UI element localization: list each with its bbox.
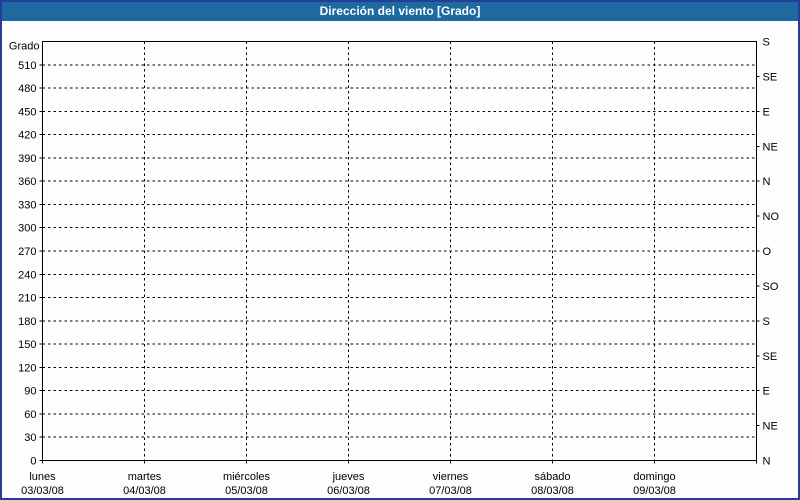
y-tick-label: 450: [18, 106, 36, 118]
y-tick-label: 240: [18, 269, 36, 281]
y-tick-label: 120: [18, 362, 36, 374]
compass-tick-label: S: [763, 37, 770, 49]
x-weekday-label: domingo: [633, 471, 675, 483]
y-axis-title: Grado: [9, 41, 40, 53]
compass-tick-label: O: [763, 246, 772, 258]
y-tick-label: 300: [18, 223, 36, 235]
y-tick-label: 90: [24, 386, 36, 398]
x-date-label: 06/03/08: [327, 485, 370, 497]
chart-window: Dirección del viento [Grado] 0 30 60 90 120 1…: [0, 0, 800, 500]
chart-title: Dirección del viento [Grado]: [319, 3, 481, 18]
compass-tick-label: SE: [763, 351, 778, 363]
x-weekday-label: viernes: [433, 471, 469, 483]
y-tick-label: 30: [24, 432, 36, 444]
compass-tick-label: N: [763, 456, 771, 468]
x-weekday-label: lunes: [29, 471, 56, 483]
y-tick-label: 180: [18, 316, 36, 328]
compass-tick-label: S: [763, 316, 770, 328]
y-tick-label: 60: [24, 409, 36, 421]
x-date-label: 05/03/08: [225, 485, 268, 497]
x-weekday-label: sábado: [534, 471, 570, 483]
compass-tick-label: E: [763, 106, 770, 118]
y-tick-label: 210: [18, 293, 36, 305]
y-tick-label: 330: [18, 199, 36, 211]
wind-direction-chart-svg: 0 30 60 90 120 150 180 210 240 270 300 330 360 390 420…: [9, 37, 780, 498]
y-tick-label: 150: [18, 339, 36, 351]
x-date-label: 07/03/08: [429, 485, 472, 497]
y-tick-label: 360: [18, 176, 36, 188]
x-date-label: 04/03/08: [123, 485, 166, 497]
title-bar: Dirección del viento [Grado]: [2, 2, 798, 21]
y-tick-label: 480: [18, 83, 36, 95]
y-tick-label: 390: [18, 153, 36, 165]
compass-tick-label: NE: [763, 141, 778, 153]
compass-tick-label: NE: [763, 421, 778, 433]
x-weekday-label: miércoles: [223, 471, 271, 483]
compass-tick-label: E: [763, 386, 770, 398]
x-date-label: 08/03/08: [531, 485, 574, 497]
compass-tick-label: SE: [763, 71, 778, 83]
y-tick-label: 270: [18, 246, 36, 258]
x-weekday-label: martes: [128, 471, 162, 483]
y-tick-label: 0: [30, 456, 36, 468]
compass-tick-label: N: [763, 176, 771, 188]
chart-area: 0 30 60 90 120 150 180 210 240 270 300 330 360 390 420…: [2, 2, 798, 498]
compass-tick-label: SO: [763, 281, 779, 293]
y-tick-label: 420: [18, 130, 36, 142]
x-weekday-label: jueves: [332, 471, 365, 483]
x-date-label: 09/03/08: [633, 485, 676, 497]
x-date-label: 03/03/08: [21, 485, 64, 497]
y-tick-label: 510: [18, 60, 36, 72]
compass-tick-label: NO: [763, 211, 780, 223]
